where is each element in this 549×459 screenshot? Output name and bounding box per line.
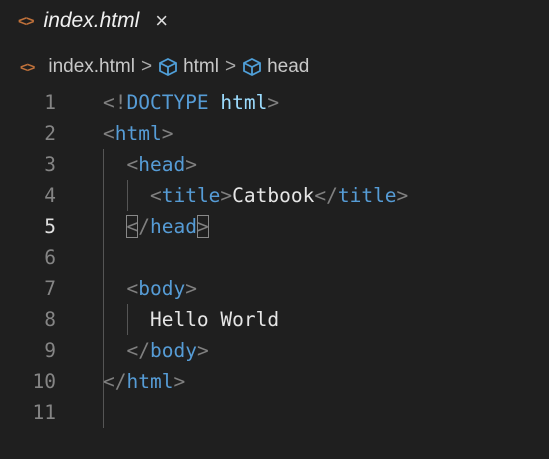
breadcrumb-html[interactable]: html: [183, 56, 219, 78]
html-code-icon: <>: [20, 59, 35, 75]
code-token: <: [126, 215, 139, 238]
code-token: body: [149, 339, 197, 362]
code-token: <: [126, 277, 139, 300]
line-code: </head>: [103, 211, 209, 242]
breadcrumb: <> index.html > html > head: [20, 56, 309, 78]
line-number: 11: [32, 401, 56, 424]
code-token: </: [126, 339, 150, 362]
code-token: title: [337, 184, 397, 207]
code-token: >: [396, 184, 409, 207]
code-token: <: [149, 184, 162, 207]
code-token: >: [161, 122, 174, 145]
line-code: </html>: [103, 366, 185, 397]
code-token: title: [161, 184, 221, 207]
line-code: <body>: [103, 273, 197, 304]
code-token: >: [196, 215, 209, 238]
code-token: html: [114, 122, 162, 145]
symbol-cube-icon: [243, 57, 261, 77]
html-code-icon: <>: [18, 12, 35, 30]
code-token: >: [196, 339, 209, 362]
line-code: </body>: [103, 335, 209, 366]
breadcrumb-head[interactable]: head: [267, 56, 309, 78]
code-token: <: [103, 122, 115, 145]
code-token: </: [314, 184, 338, 207]
code-token: DOCTYPE: [126, 91, 209, 114]
code-token: >: [267, 91, 280, 114]
code-token: /: [138, 215, 150, 238]
code-token: body: [138, 277, 186, 300]
line-code: Hello World: [103, 304, 279, 335]
code-token: head: [149, 215, 197, 238]
code-token: <!: [103, 91, 127, 114]
line-code: <head>: [103, 149, 197, 180]
line-code: <title>Catbook</title>: [103, 180, 408, 211]
code-token: <: [126, 153, 139, 176]
code-token: Catbook: [232, 184, 315, 207]
code-token: head: [138, 153, 186, 176]
tab-label: index.html: [43, 9, 140, 32]
code-token: >: [185, 153, 197, 176]
close-icon[interactable]: ×: [155, 8, 168, 34]
line-code: <html>: [103, 118, 173, 149]
code-token: html: [220, 91, 268, 114]
line-number: 3: [44, 153, 56, 176]
line-number: 9: [44, 339, 56, 362]
line-number: 5: [44, 215, 56, 238]
code-token: Hello World: [149, 308, 280, 331]
code-token: >: [185, 277, 197, 300]
line-number: 1: [44, 91, 56, 114]
code-token: html: [126, 370, 174, 393]
line-number: 7: [44, 277, 56, 300]
breadcrumb-separator: >: [140, 56, 153, 77]
line-number: 8: [44, 308, 56, 331]
line-code: <!DOCTYPE html>: [103, 87, 279, 118]
line-number: 6: [44, 246, 56, 269]
breadcrumb-separator: >: [224, 56, 237, 77]
code-token: >: [173, 370, 186, 393]
symbol-cube-icon: [159, 57, 177, 77]
line-number: 10: [32, 370, 56, 393]
code-token: >: [220, 184, 233, 207]
breadcrumb-file[interactable]: index.html: [48, 56, 135, 78]
tab-index-html[interactable]: <> index.html ×: [0, 0, 168, 42]
code-token: </: [103, 370, 127, 393]
line-number: 4: [44, 184, 56, 207]
line-number: 2: [44, 122, 56, 145]
